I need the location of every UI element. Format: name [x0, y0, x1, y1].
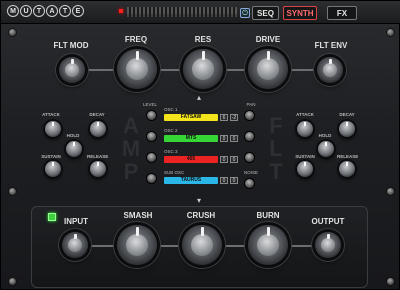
logo-letter: T: [59, 5, 71, 17]
output-knob[interactable]: [315, 232, 341, 258]
amp-hold-label: HOLD: [66, 133, 80, 138]
flt-hold-label: HOLD: [318, 133, 332, 138]
screw-icon: [8, 187, 17, 196]
amp-letter-m: M: [121, 136, 141, 161]
logo-letter: T: [33, 5, 45, 17]
power-icon[interactable]: ⏻: [240, 8, 250, 18]
osc3-pan-knob[interactable]: [245, 153, 254, 162]
osc2-label: OSC 2: [164, 128, 178, 133]
clip-led: [119, 9, 123, 13]
sub-osc-level-knob[interactable]: [147, 174, 156, 183]
amp-attack-knob[interactable]: [45, 121, 61, 137]
flt-release-label: RELEASE: [337, 154, 359, 159]
burn-knob[interactable]: [248, 225, 288, 265]
flt-mod-label: FLT MOD: [53, 41, 89, 50]
freq-label: FREQ: [124, 35, 148, 44]
sub-osc-wave-selector[interactable]: TAURUS: [164, 177, 218, 184]
screw-icon: [386, 187, 395, 196]
burn-label: BURN: [256, 211, 280, 220]
amp-sustain-label: SUSTAIN: [41, 154, 61, 159]
flt-env-label: FLT ENV: [314, 41, 348, 50]
sub-osc-octave[interactable]: 0: [220, 177, 228, 184]
amp-decay-label: DECAY: [89, 112, 105, 117]
osc3-semi[interactable]: 0: [230, 156, 238, 163]
osc1-wave-selector[interactable]: FATSAW: [164, 114, 218, 121]
flt-env-knob[interactable]: [317, 57, 343, 83]
chevron-down-icon[interactable]: ▾: [197, 196, 201, 205]
osc1-level-knob[interactable]: [147, 111, 156, 120]
osc2-semi[interactable]: 0: [230, 135, 238, 142]
freq-knob[interactable]: [117, 49, 157, 89]
flt-hold-knob[interactable]: [318, 141, 334, 157]
flt-attack-label: ATTACK: [296, 112, 314, 117]
osc2-pan-knob[interactable]: [245, 132, 254, 141]
noise-label: NOISE: [243, 170, 258, 175]
output-label: OUTPUT: [311, 217, 345, 226]
pan-label: PAN: [246, 102, 256, 107]
osc1-semi[interactable]: -2: [230, 114, 238, 121]
flt-sustain-label: SUSTAIN: [295, 154, 315, 159]
amp-decay-knob[interactable]: [90, 121, 106, 137]
crush-label: CRUSH: [186, 211, 216, 220]
drive-knob[interactable]: [248, 49, 288, 89]
amp-sustain-knob[interactable]: [45, 161, 61, 177]
res-knob[interactable]: [183, 49, 223, 89]
osc1-octave[interactable]: 6: [220, 114, 228, 121]
amp-release-label: RELEASE: [87, 154, 109, 159]
osc3-level-knob[interactable]: [147, 153, 156, 162]
input-knob[interactable]: [62, 232, 88, 258]
osc3-wave-selector[interactable]: 405: [164, 156, 218, 163]
input-label: INPUT: [64, 217, 88, 226]
osc2-level-knob[interactable]: [147, 132, 156, 141]
flt-decay-label: DECAY: [339, 112, 355, 117]
osc3-label: OSC 3: [164, 149, 178, 154]
screw-icon: [386, 28, 395, 37]
osc1-pan-knob[interactable]: [245, 111, 254, 120]
flt-letter-l: L: [269, 136, 283, 161]
logo-letter: E: [72, 5, 84, 17]
osc1-label: OSC 1: [164, 107, 178, 112]
sub-osc-label: SUB OSC: [164, 170, 185, 175]
tab-seq[interactable]: SEQ: [252, 6, 279, 20]
logo-letter: A: [46, 5, 58, 17]
amp-release-knob[interactable]: [90, 161, 106, 177]
noise-knob[interactable]: [245, 179, 254, 188]
osc3-octave[interactable]: 0: [220, 156, 228, 163]
res-label: RES: [194, 35, 212, 44]
flt-sustain-knob[interactable]: [297, 161, 313, 177]
logo-letter: U: [20, 5, 32, 17]
osc2-wave-selector[interactable]: MTS: [164, 135, 218, 142]
amp-letter-a: A: [123, 113, 139, 138]
drive-label: DRIVE: [255, 35, 281, 44]
tab-fx[interactable]: FX: [327, 6, 357, 20]
smash-label: SMASH: [123, 211, 153, 220]
logo: M U T A T E: [7, 5, 84, 19]
flt-decay-knob[interactable]: [339, 121, 355, 137]
amp-letter-p: P: [123, 159, 139, 184]
amp-hold-knob[interactable]: [66, 141, 82, 157]
chevron-up-icon[interactable]: ▴: [197, 93, 201, 102]
flt-mod-knob[interactable]: [59, 57, 85, 83]
plugin-window: M U T A T E ⏻ SEQ SYNTH FX FLT MOD FREQ …: [0, 0, 400, 290]
flt-letter-t: T: [269, 159, 283, 184]
flt-letter-f: F: [269, 113, 283, 138]
crush-knob[interactable]: [182, 225, 222, 265]
fx-enable-toggle[interactable]: [48, 213, 56, 221]
level-label: LEVEL: [142, 102, 157, 107]
smash-knob[interactable]: [117, 225, 157, 265]
screw-icon: [8, 28, 17, 37]
screw-icon: [386, 277, 395, 286]
sub-osc-semi[interactable]: 0: [230, 177, 238, 184]
tab-synth[interactable]: SYNTH: [283, 6, 317, 20]
screw-icon: [8, 277, 17, 286]
amp-attack-label: ATTACK: [42, 112, 60, 117]
logo-letter: M: [7, 5, 19, 17]
flt-attack-knob[interactable]: [297, 121, 313, 137]
osc2-octave[interactable]: 0: [220, 135, 228, 142]
flt-release-knob[interactable]: [339, 161, 355, 177]
level-meter-secondary: [127, 14, 237, 17]
